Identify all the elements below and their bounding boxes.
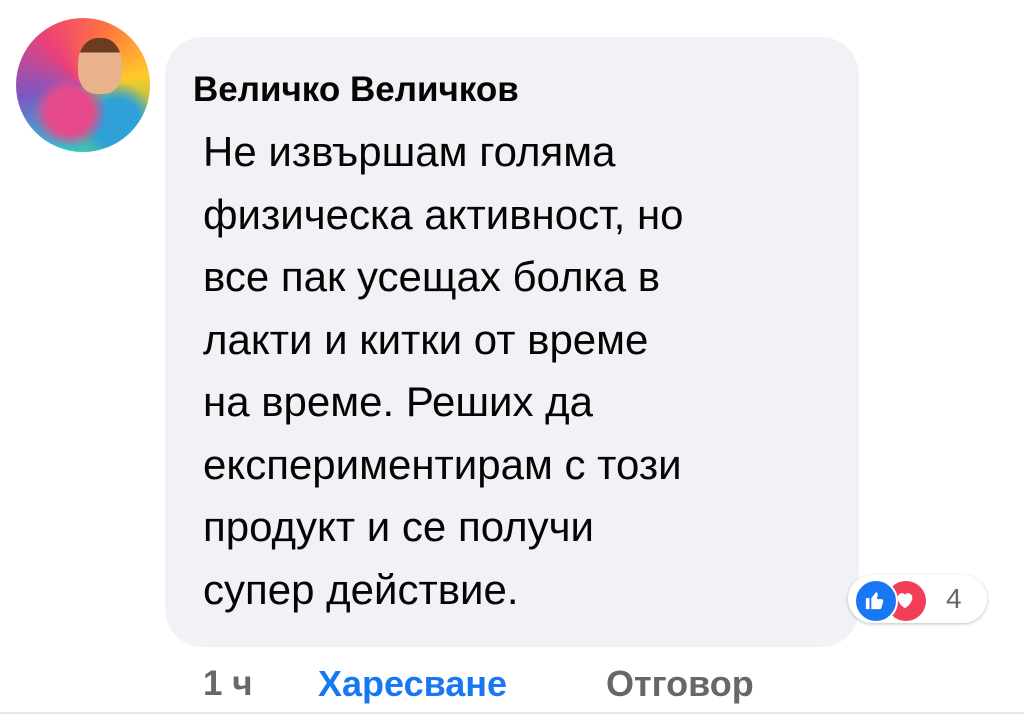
comment-line: все пак усещах болка в — [203, 253, 661, 300]
avatar-face — [78, 38, 122, 94]
comment-text: Не извършам голяма физическа активност, … — [203, 121, 843, 621]
avatar[interactable] — [16, 18, 150, 152]
comment-line: експериментирам с този — [203, 440, 682, 488]
comment-line: продукт и се получи — [203, 503, 594, 550]
reply-button[interactable]: Отговор — [606, 658, 754, 710]
comment-line: на време. Реших да — [203, 378, 594, 425]
divider — [0, 712, 1024, 714]
comment-timestamp[interactable]: 1 ч — [203, 658, 253, 710]
comment-author[interactable]: Величко Величков — [193, 66, 519, 114]
like-button[interactable]: Харесване — [318, 658, 507, 710]
reaction-count: 4 — [946, 583, 962, 614]
comment-line: Не извършам голяма — [203, 128, 616, 175]
like-icon — [854, 579, 898, 623]
comment-line: физическа активност, но — [203, 190, 684, 238]
reactions-summary[interactable]: 4 — [848, 575, 987, 623]
comment-line: супер действие. — [203, 565, 519, 613]
comment-line: лакти и китки от време — [203, 315, 649, 363]
